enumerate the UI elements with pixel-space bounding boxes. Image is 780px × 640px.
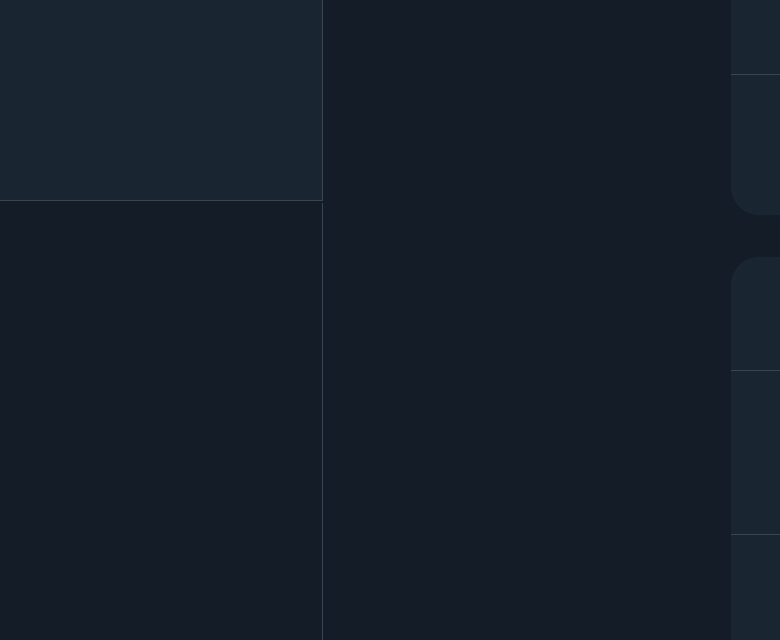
list-item[interactable] (731, 257, 780, 371)
list-item[interactable] (731, 0, 780, 75)
list-item[interactable] (731, 535, 780, 640)
card-group-top (731, 0, 780, 215)
card-group-bottom (731, 257, 780, 640)
sidebar-top-panel (0, 0, 323, 201)
list-item[interactable] (731, 371, 780, 535)
main-area (323, 0, 780, 640)
sidebar (0, 0, 323, 640)
list-item[interactable] (731, 75, 780, 215)
sidebar-bottom-panel (0, 203, 323, 640)
